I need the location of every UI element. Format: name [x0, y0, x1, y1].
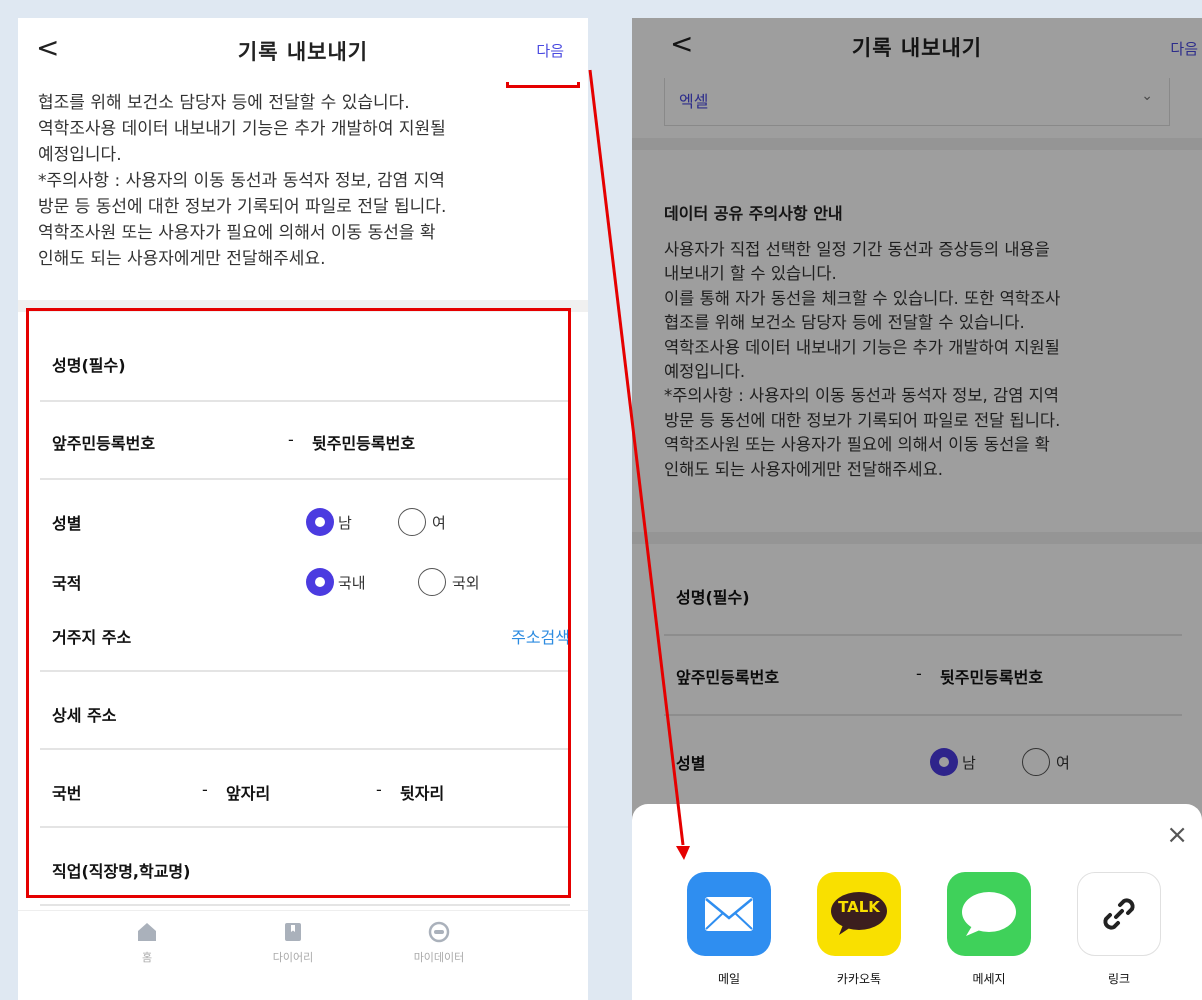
- kakaotalk-icon: TALK: [817, 872, 901, 956]
- page-title: 기록 내보내기: [237, 40, 369, 64]
- mydata-icon: [428, 921, 450, 943]
- share-mail[interactable]: 메일: [686, 872, 772, 987]
- highlight-form: [26, 308, 571, 898]
- tab-diary-label: 다이어리: [272, 951, 314, 964]
- kakaotalk-badge: TALK: [838, 898, 880, 916]
- notice-text: 협조를 위해 보건소 담당자 등에 전달할 수 있습니다. 역학조사용 데이터 …: [38, 90, 568, 272]
- share-kakaotalk-label: 카카오톡: [836, 972, 882, 986]
- share-sheet: × 메일 TALK 카카오톡 메세지 링크: [632, 804, 1202, 1000]
- link-icon: [1077, 872, 1161, 956]
- notice-line: 협조를 위해 보건소 담당자 등에 전달할 수 있습니다.: [38, 93, 410, 113]
- share-message[interactable]: 메세지: [946, 872, 1032, 987]
- next-button[interactable]: 다음: [536, 40, 564, 61]
- mail-icon: [687, 872, 771, 956]
- close-icon[interactable]: ×: [1166, 822, 1188, 848]
- home-icon: [138, 923, 156, 941]
- notice-line: 인해도 되는 사용자에게만 전달해주세요.: [38, 249, 326, 269]
- tab-home[interactable]: 홈: [102, 921, 192, 965]
- share-link-label: 링크: [1107, 972, 1131, 986]
- message-icon: [947, 872, 1031, 956]
- share-mail-label: 메일: [717, 972, 741, 986]
- share-kakaotalk[interactable]: TALK 카카오톡: [816, 872, 902, 987]
- diary-icon: [285, 923, 301, 941]
- tab-diary[interactable]: 다이어리: [248, 921, 338, 965]
- tab-home-label: 홈: [141, 951, 153, 964]
- left-screen: < 기록 내보내기 다음 협조를 위해 보건소 담당자 등에 전달할 수 있습니…: [18, 18, 588, 1000]
- tab-mydata-label: 마이데이터: [413, 951, 465, 964]
- notice-line: 예정입니다.: [38, 145, 122, 165]
- notice-line: 역학조사용 데이터 내보내기 기능은 추가 개발하여 지원될: [38, 119, 446, 139]
- tab-mydata[interactable]: 마이데이터: [394, 921, 484, 965]
- bottom-tab-bar: 홈 다이어리 마이데이터: [18, 910, 588, 1000]
- share-link[interactable]: 링크: [1076, 872, 1162, 987]
- right-screen: < 기록 내보내기 다음 엑셀 ⌄ 데이터 공유 주의사항 안내 사용자가 직접…: [632, 18, 1202, 1000]
- divider: [40, 904, 570, 906]
- notice-line: 역학조사원 또는 사용자가 필요에 의해서 이동 동선을 확: [38, 223, 436, 243]
- share-message-label: 메세지: [972, 972, 1006, 986]
- notice-line: *주의사항 : 사용자의 이동 동선과 동석자 정보, 감염 지역: [38, 171, 445, 191]
- header: < 기록 내보내기 다음: [18, 18, 588, 82]
- notice-line: 방문 등 동선에 대한 정보가 기록되어 파일로 전달 됩니다.: [38, 197, 447, 217]
